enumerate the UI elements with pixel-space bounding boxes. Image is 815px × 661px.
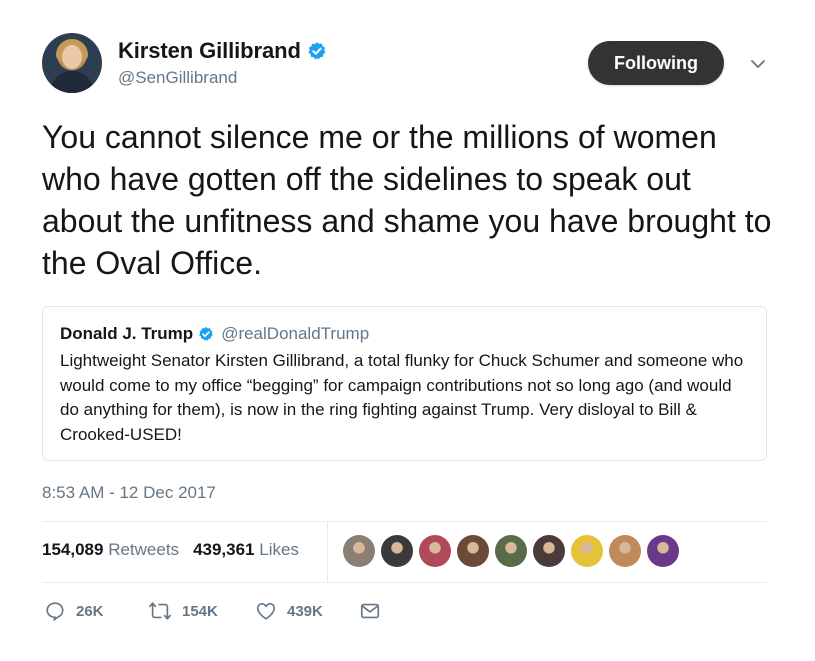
direct-message-button[interactable] xyxy=(359,600,381,622)
liker-avatar[interactable] xyxy=(533,535,565,567)
quoted-author-handle: @realDonaldTrump xyxy=(221,324,370,343)
retweets-count: 154,089 xyxy=(42,540,104,559)
liker-avatar[interactable] xyxy=(381,535,413,567)
quoted-author-name: Donald J. Trump xyxy=(60,324,194,343)
like-count: 439K xyxy=(287,602,323,620)
like-icon xyxy=(256,603,276,620)
retweet-count: 154K xyxy=(182,602,218,620)
reply-icon xyxy=(46,602,64,621)
like-button[interactable]: 439K xyxy=(255,600,359,622)
stats-separator xyxy=(327,522,328,582)
author-name[interactable]: Kirsten Gillibrand xyxy=(118,38,301,64)
message-icon xyxy=(360,603,380,619)
tweet-timestamp[interactable]: 8:53 AM - 12 Dec 2017 xyxy=(42,483,216,503)
verified-badge-icon xyxy=(199,327,213,341)
liker-avatar[interactable] xyxy=(609,535,641,567)
divider xyxy=(42,582,767,583)
chevron-down-icon[interactable] xyxy=(748,54,768,74)
tweet-text: You cannot silence me or the millions of… xyxy=(42,119,772,281)
retweet-icon xyxy=(149,602,171,620)
likes-label: Likes xyxy=(259,540,299,559)
liker-avatar[interactable] xyxy=(647,535,679,567)
divider xyxy=(42,521,767,522)
following-button[interactable]: Following xyxy=(588,41,724,85)
retweets-stat[interactable]: 154,089 Retweets xyxy=(42,540,179,560)
liker-avatar[interactable] xyxy=(343,535,375,567)
likes-count: 439,361 xyxy=(193,540,255,559)
author-avatar[interactable] xyxy=(42,33,102,93)
author-handle[interactable]: @SenGillibrand xyxy=(118,68,237,88)
likes-stat[interactable]: 439,361 Likes xyxy=(193,540,299,560)
verified-badge-icon xyxy=(308,42,326,60)
retweets-label: Retweets xyxy=(108,540,180,559)
quoted-tweet-card[interactable]: Donald J. Trump @realDonaldTrump Lightwe… xyxy=(42,306,767,461)
liker-avatar[interactable] xyxy=(457,535,489,567)
tweet-stats: 154,089 Retweets 439,361 Likes xyxy=(42,540,299,560)
tweet-actions: 26K 154K 439K xyxy=(44,600,381,622)
liker-avatar[interactable] xyxy=(495,535,527,567)
quoted-tweet-header: Donald J. Trump @realDonaldTrump xyxy=(60,324,369,344)
liker-avatar[interactable] xyxy=(419,535,451,567)
reply-button[interactable]: 26K xyxy=(44,600,148,622)
liker-avatar[interactable] xyxy=(571,535,603,567)
quoted-tweet-text: Lightweight Senator Kirsten Gillibrand, … xyxy=(60,351,744,444)
reply-count: 26K xyxy=(76,602,104,620)
liker-avatars xyxy=(343,535,679,567)
author-name-row[interactable]: Kirsten Gillibrand xyxy=(118,37,327,65)
retweet-button[interactable]: 154K xyxy=(148,600,255,622)
